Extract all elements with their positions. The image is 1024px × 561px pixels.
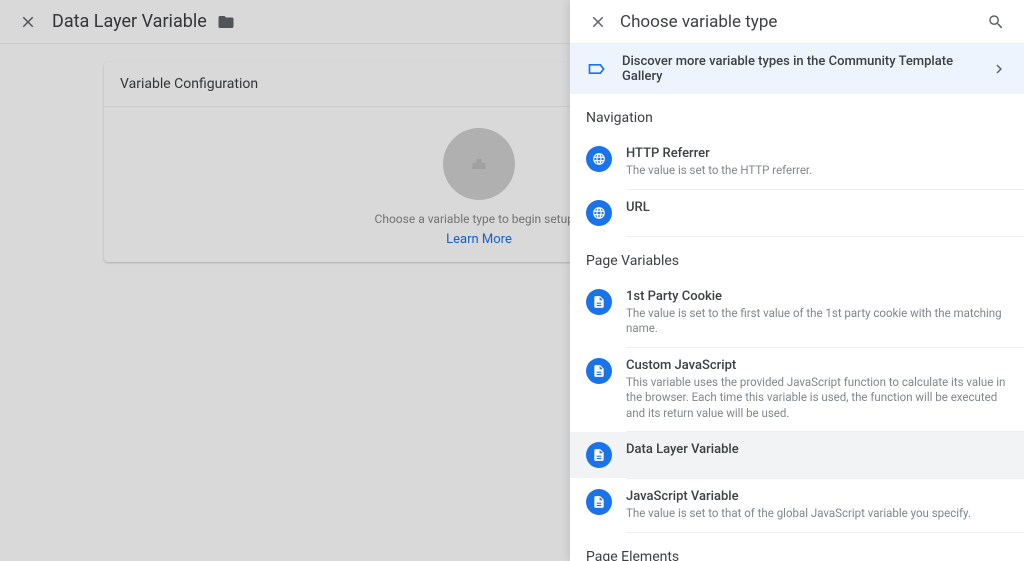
document-icon xyxy=(586,289,612,315)
drawer-title: Choose variable type xyxy=(620,12,976,32)
document-icon xyxy=(586,442,612,468)
search-button[interactable] xyxy=(976,2,1016,42)
option-name: URL xyxy=(626,200,1008,215)
option-name: HTTP Referrer xyxy=(626,146,1008,161)
globe-icon xyxy=(586,146,612,172)
section-title-page-elements: Page Elements xyxy=(570,533,1024,561)
option-name: Data Layer Variable xyxy=(626,442,1008,457)
option-desc: The value is set to the HTTP referrer. xyxy=(626,163,1008,179)
variable-type-drawer: Choose variable type Discover more varia… xyxy=(570,0,1024,561)
option-name: 1st Party Cookie xyxy=(626,289,1008,304)
option-name: JavaScript Variable xyxy=(626,489,1008,504)
option-data-layer-variable[interactable]: Data Layer Variable xyxy=(570,432,1024,478)
label-icon xyxy=(586,58,608,80)
option-1st-party-cookie[interactable]: 1st Party Cookie The value is set to the… xyxy=(570,279,1024,347)
option-javascript-variable[interactable]: JavaScript Variable The value is set to … xyxy=(570,479,1024,532)
option-desc: The value is set to that of the global J… xyxy=(626,506,1008,522)
section-title-navigation: Navigation xyxy=(570,94,1024,136)
section-title-page-variables: Page Variables xyxy=(570,237,1024,279)
option-http-referrer[interactable]: HTTP Referrer The value is set to the HT… xyxy=(570,136,1024,189)
document-icon xyxy=(586,489,612,515)
option-url[interactable]: URL xyxy=(570,190,1024,236)
search-icon xyxy=(987,13,1005,31)
drawer-header: Choose variable type xyxy=(570,0,1024,44)
chevron-right-icon xyxy=(990,60,1008,78)
banner-text: Discover more variable types in the Comm… xyxy=(622,54,990,84)
community-template-banner[interactable]: Discover more variable types in the Comm… xyxy=(570,44,1024,94)
option-custom-javascript[interactable]: Custom JavaScript This variable uses the… xyxy=(570,348,1024,432)
document-icon xyxy=(586,358,612,384)
close-icon xyxy=(589,13,607,31)
drawer-close-button[interactable] xyxy=(578,2,618,42)
options-scroll[interactable]: Navigation HTTP Referrer The value is se… xyxy=(570,94,1024,561)
option-desc: This variable uses the provided JavaScri… xyxy=(626,375,1008,422)
option-desc: The value is set to the first value of t… xyxy=(626,306,1008,337)
globe-icon xyxy=(586,200,612,226)
option-name: Custom JavaScript xyxy=(626,358,1008,373)
